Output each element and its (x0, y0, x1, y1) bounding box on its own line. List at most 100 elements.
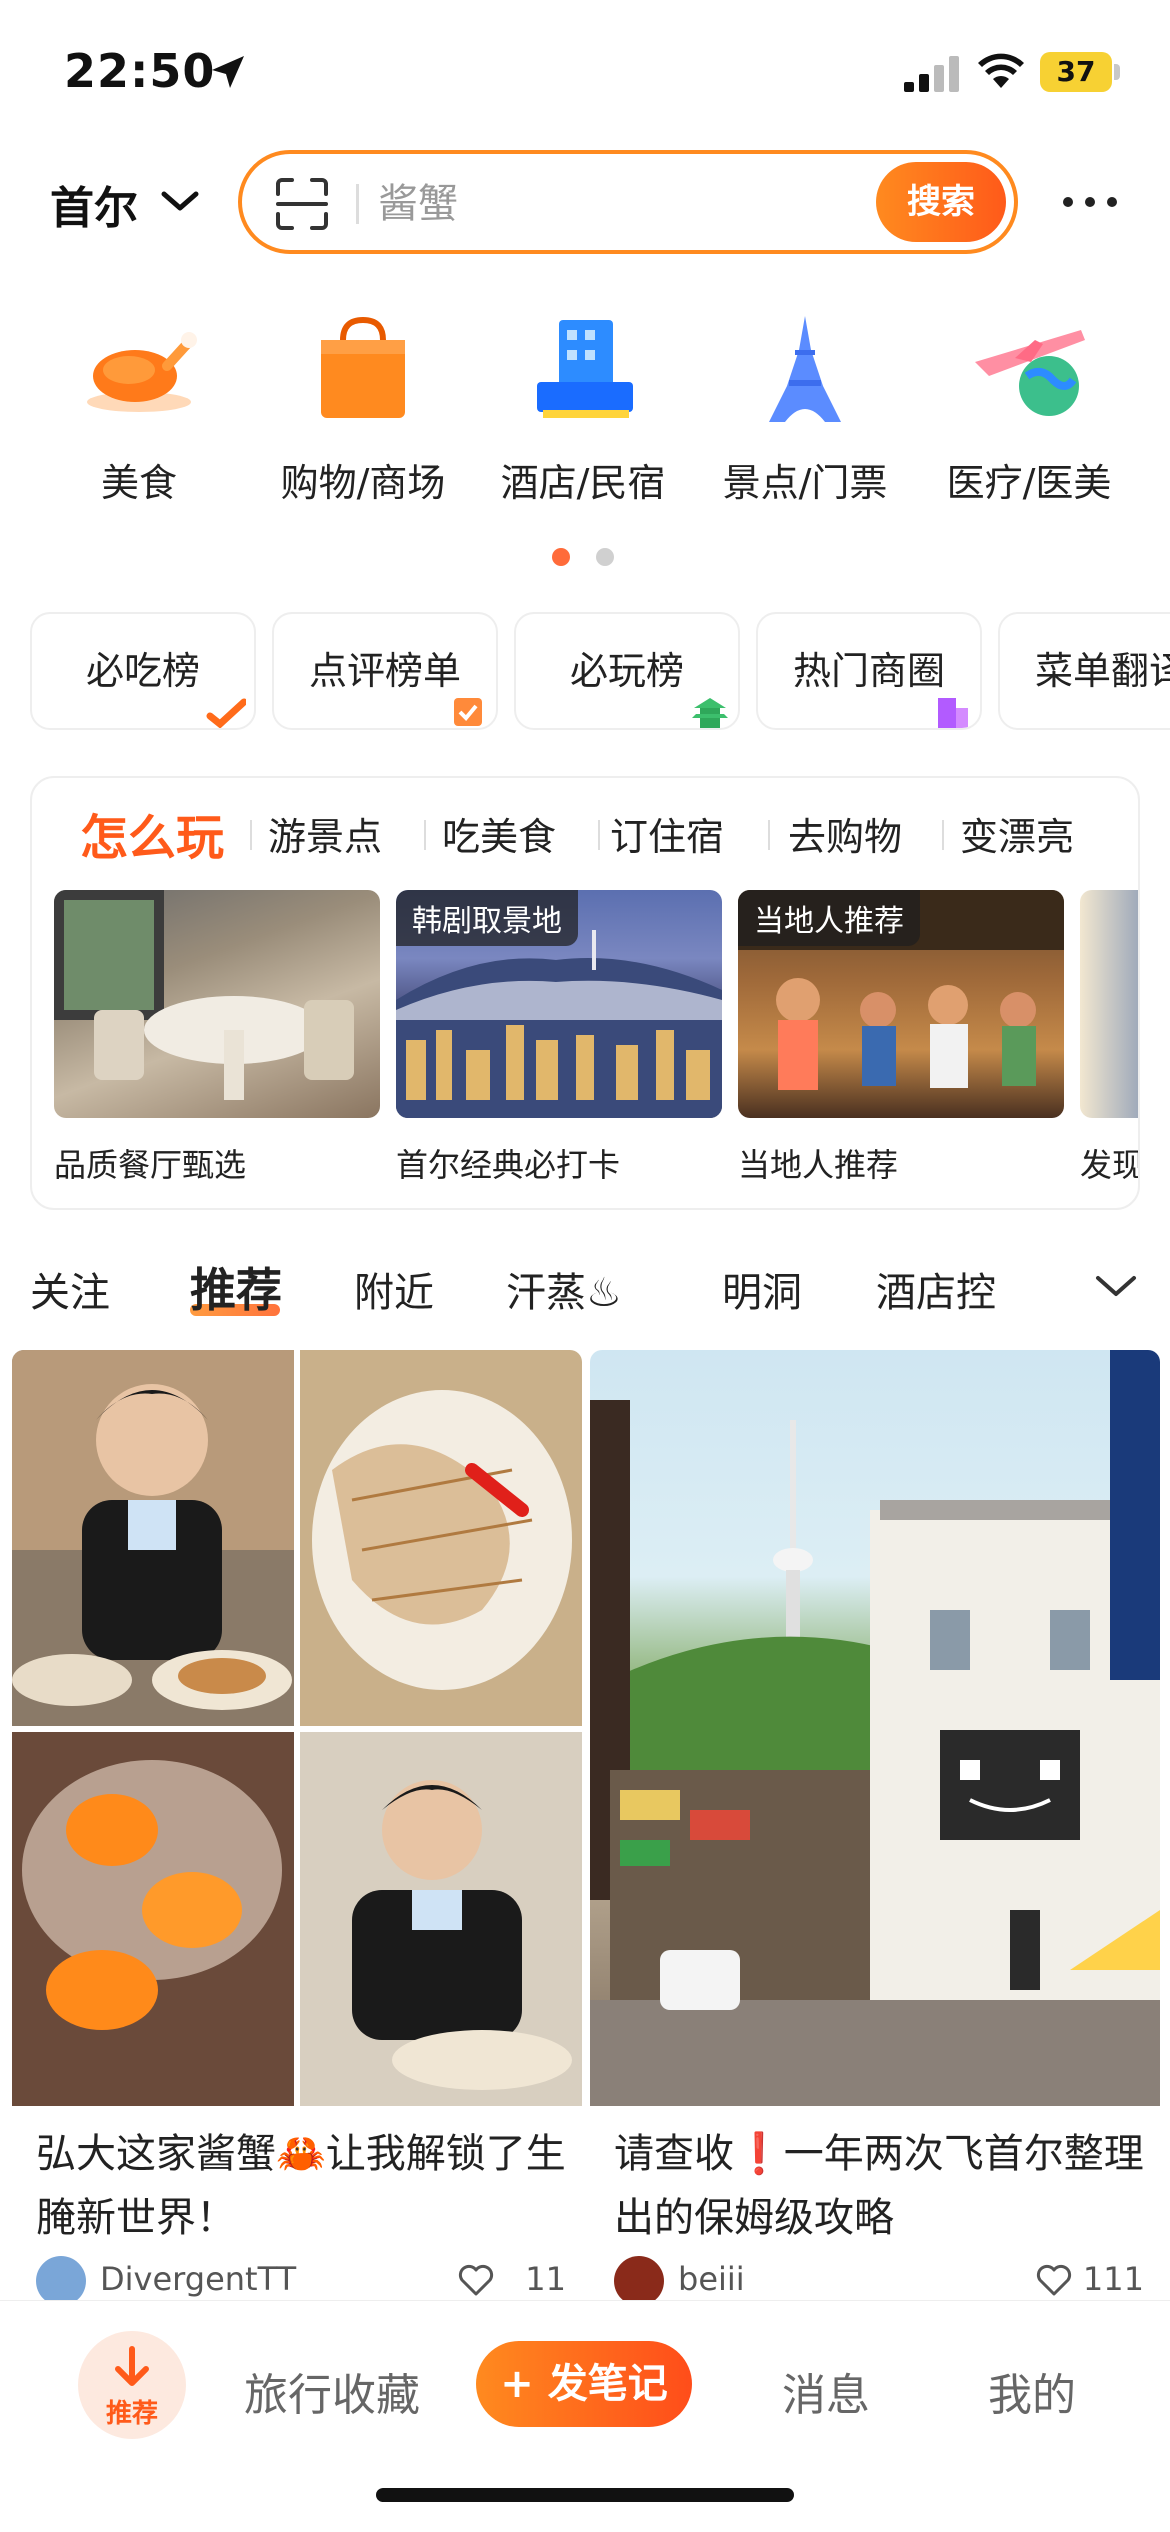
expand-tabs-chevron-icon[interactable] (1094, 1270, 1138, 1302)
crab-collage-art (12, 1350, 582, 2106)
feed-tab-nearby[interactable]: 附近 (354, 1260, 434, 1318)
carousel-dot-active (552, 548, 570, 566)
avatar[interactable] (36, 2256, 86, 2300)
play-tab-sights[interactable]: 游景点 (268, 806, 382, 861)
nav-me[interactable]: 我的 (988, 2359, 1076, 2423)
hotel-building-icon (537, 320, 633, 418)
seoul-skyline-photo: 韩剧取景地 (396, 890, 722, 1118)
nav-home-label: 推荐 (105, 2399, 158, 2429)
feed-tab-sauna[interactable]: 汗蒸♨ (506, 1260, 622, 1318)
heart-icon[interactable] (456, 2262, 496, 2298)
play-tab-shopping[interactable]: 去购物 (788, 806, 902, 861)
location-arrow-icon (212, 56, 244, 88)
pagoda-icon (692, 698, 728, 728)
feed-card-author[interactable]: DivergentTT 11 (36, 2256, 566, 2300)
nav-favorites[interactable]: 旅行收藏 (244, 2359, 420, 2423)
play-tab-food[interactable]: 吃美食 (442, 806, 556, 861)
building-icon (938, 698, 968, 728)
play-item-caption: 发现 (1080, 1146, 1140, 1184)
play-item-landmarks[interactable]: 韩剧取景地 首尔经典必打卡 (396, 890, 722, 1186)
feed-card[interactable]: 弘大这家酱蟹🦀让我解锁了生腌新世界！ DivergentTT 11 (12, 1350, 582, 2300)
category-label: 医疗/医美 (946, 461, 1112, 505)
play-tab-divider (768, 820, 770, 850)
rank-card-menu-translate[interactable]: 菜单翻译 (998, 612, 1170, 730)
status-bar: 22:50 37 (0, 0, 1170, 150)
play-tab-divider (598, 820, 600, 850)
search-input[interactable] (378, 176, 798, 232)
play-item-caption: 品质餐厅甄选 (54, 1146, 247, 1184)
rank-card-reviews[interactable]: 点评榜单 (272, 612, 498, 730)
feed-tab-recommend[interactable]: 推荐 (190, 1254, 282, 1320)
nav-home-recommend[interactable]: 推荐 (78, 2331, 186, 2439)
category-grid: 美食 购物/商场 酒店/民宿 景点/门票 医疗/医美 (0, 310, 1170, 510)
avatar[interactable] (614, 2256, 664, 2300)
rank-card-label: 热门商圈 (792, 649, 945, 693)
play-item-tag: 韩剧取景地 (396, 890, 578, 946)
more-icon[interactable] (1060, 190, 1120, 214)
play-item-tag: 当地人推荐 (738, 890, 920, 946)
category-label: 购物/商场 (280, 461, 446, 505)
seoul-street-art (590, 1350, 1160, 2106)
feed-card-image-crab (12, 1350, 582, 2106)
play-item-local[interactable]: 当地人推荐 当地人推荐 (738, 890, 1064, 1186)
play-item-caption: 当地人推荐 (738, 1146, 899, 1184)
battery-cap (1114, 64, 1120, 80)
play-tab-divider (424, 820, 426, 850)
category-label: 美食 (100, 461, 177, 505)
feed-card-title: 弘大这家酱蟹🦀让我解锁了生腌新世界！ (36, 2131, 566, 2241)
feed-card-author[interactable]: beiii 111 (614, 2256, 1144, 2300)
author-name[interactable]: DivergentTT (100, 2260, 296, 2298)
rank-list-row: 必吃榜 点评榜单 必玩榜 热门商圈 菜单翻译 (30, 612, 1170, 730)
feed-tab-myeongdong[interactable]: 明洞 (722, 1260, 802, 1318)
roast-chicken-icon (87, 332, 197, 412)
play-tab-divider (250, 820, 252, 850)
restaurant-photo (54, 890, 380, 1118)
home-indicator[interactable] (376, 2488, 794, 2502)
local-market-photo: 当地人推荐 (738, 890, 1064, 1118)
heart-icon[interactable] (1034, 2262, 1074, 2298)
play-tab-divider (942, 820, 944, 850)
category-attractions[interactable]: 景点/门票 (690, 310, 920, 507)
play-tab-beauty[interactable]: 变漂亮 (960, 806, 1074, 861)
play-section: 怎么玩 游景点 吃美食 订住宿 去购物 变漂亮 品质餐厅甄选 韩剧取景地 首尔经… (30, 776, 1140, 1210)
play-item-discover[interactable]: 发现 (1080, 890, 1140, 1186)
post-note-button[interactable]: + 发笔记 (476, 2341, 692, 2427)
play-item-restaurant[interactable]: 品质餐厅甄选 (54, 890, 380, 1186)
category-medical[interactable]: 医疗/医美 (914, 310, 1144, 507)
category-food[interactable]: 美食 (24, 310, 254, 507)
carousel-dot (596, 548, 614, 566)
feed-card-title: 请查收❗一年两次飞首尔整理出的保姆级攻略 (614, 2131, 1144, 2241)
feed-tab-hotel[interactable]: 酒店控 (876, 1260, 996, 1318)
cellular-signal-icon (904, 56, 959, 92)
feed-card[interactable]: 请查收❗一年两次飞首尔整理出的保姆级攻略 beiii 111 (590, 1350, 1160, 2300)
restaurant-photo-art (54, 890, 354, 1100)
eiffel-tower-icon (769, 316, 841, 422)
airplane-globe-icon (975, 330, 1085, 416)
scan-icon[interactable] (274, 178, 330, 230)
like-count: 11 (525, 2260, 566, 2298)
battery-icon: 37 (1040, 52, 1112, 92)
category-hotel[interactable]: 酒店/民宿 (468, 310, 698, 507)
play-tab-stay[interactable]: 订住宿 (610, 806, 724, 861)
play-tab-how[interactable]: 怎么玩 (80, 798, 224, 868)
category-shopping[interactable]: 购物/商场 (248, 310, 478, 507)
checkbox-icon (454, 698, 482, 726)
down-arrow-icon (115, 2346, 149, 2386)
rank-card-label: 必吃榜 (85, 649, 200, 693)
nav-messages[interactable]: 消息 (782, 2359, 870, 2423)
feed-tab-follow[interactable]: 关注 (30, 1260, 110, 1318)
rank-card-must-eat[interactable]: 必吃榜 (30, 612, 256, 730)
chevron-down-icon[interactable] (160, 186, 200, 216)
check-icon (206, 698, 246, 728)
rank-card-hot-districts[interactable]: 热门商圈 (756, 612, 982, 730)
status-time: 22:50 (64, 44, 216, 98)
feed-card-image-street (590, 1350, 1160, 2106)
search-bar[interactable]: 搜索 (238, 150, 1018, 254)
discover-photo (1080, 890, 1138, 1118)
author-name[interactable]: beiii (678, 2260, 745, 2298)
city-selector[interactable]: 首尔 (50, 172, 138, 236)
rank-card-label: 菜单翻译 (1034, 649, 1170, 693)
play-item-caption: 首尔经典必打卡 (396, 1146, 621, 1184)
search-button[interactable]: 搜索 (876, 162, 1006, 242)
rank-card-must-play[interactable]: 必玩榜 (514, 612, 740, 730)
